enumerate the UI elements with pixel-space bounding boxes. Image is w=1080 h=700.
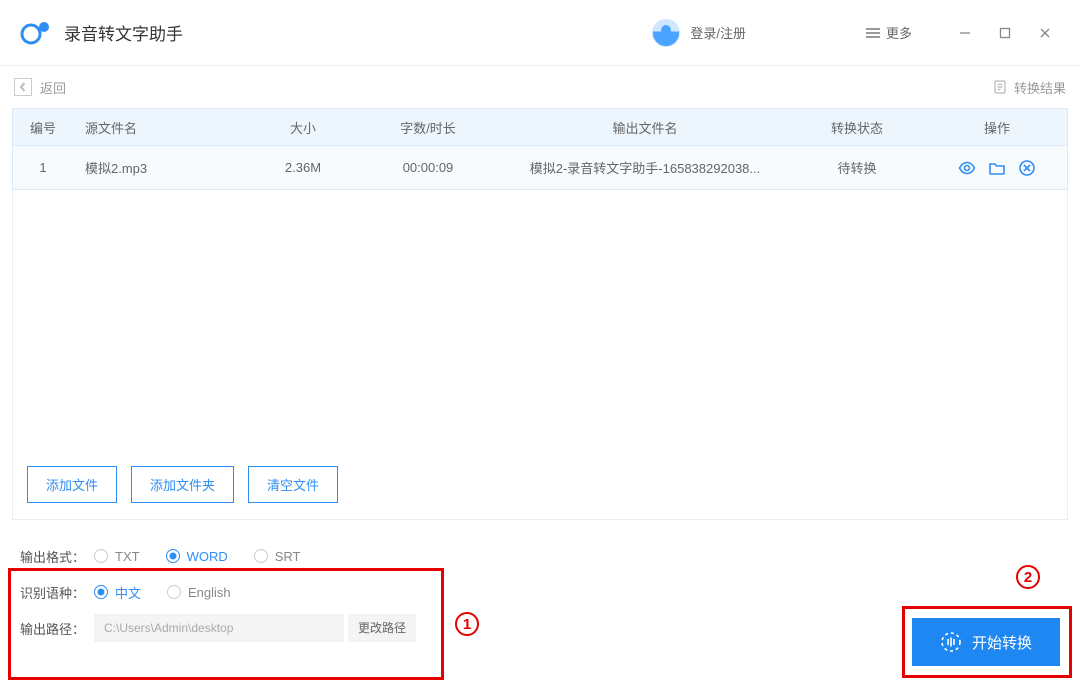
add-folder-button[interactable]: 添加文件夹	[131, 466, 234, 503]
login-register-link[interactable]: 登录/注册	[690, 23, 746, 42]
output-path-label: 输出路径：	[20, 619, 94, 638]
preview-icon[interactable]	[958, 159, 976, 177]
minimize-button[interactable]	[950, 18, 980, 48]
start-convert-button[interactable]: 开始转换	[912, 618, 1060, 666]
radio-format-srt[interactable]: SRT	[254, 549, 301, 564]
more-label: 更多	[886, 23, 912, 42]
radio-format-txt[interactable]: TXT	[94, 549, 140, 564]
file-list-area: 添加文件 添加文件夹 清空文件	[12, 190, 1068, 520]
cell-duration: 00:00:09	[353, 160, 503, 175]
th-duration: 字数/时长	[353, 118, 503, 137]
th-size: 大小	[253, 118, 353, 137]
clear-files-button[interactable]: 清空文件	[248, 466, 338, 503]
hamburger-icon	[866, 26, 880, 40]
back-button[interactable]: 返回	[14, 78, 66, 97]
start-label: 开始转换	[972, 632, 1032, 653]
document-icon	[992, 79, 1008, 95]
cell-size: 2.36M	[253, 160, 353, 175]
close-button[interactable]	[1030, 18, 1060, 48]
back-label: 返回	[40, 78, 66, 97]
more-menu-button[interactable]: 更多	[866, 23, 912, 42]
cell-status: 待转换	[787, 158, 927, 177]
folder-icon[interactable]	[988, 159, 1006, 177]
remove-icon[interactable]	[1018, 159, 1036, 177]
output-path-input[interactable]	[94, 614, 344, 642]
titlebar: 录音转文字助手 登录/注册 更多	[0, 0, 1080, 66]
annotation-marker-1: 1	[455, 612, 479, 636]
radio-format-word[interactable]: WORD	[166, 549, 228, 564]
result-label: 转换结果	[1014, 78, 1066, 97]
cell-index: 1	[13, 160, 73, 175]
app-title: 录音转文字助手	[64, 20, 183, 45]
radio-lang-zh[interactable]: 中文	[94, 583, 141, 602]
th-output: 输出文件名	[503, 118, 787, 137]
th-status: 转换状态	[787, 118, 927, 137]
cell-actions	[927, 159, 1067, 177]
cell-output: 模拟2-录音转文字助手-165838292038...	[503, 158, 787, 177]
add-file-button[interactable]: 添加文件	[27, 466, 117, 503]
convert-icon	[940, 631, 962, 653]
arrow-left-icon	[14, 78, 32, 96]
app-logo-icon	[20, 17, 52, 49]
language-label: 识别语种：	[20, 583, 94, 602]
avatar-icon	[652, 19, 680, 47]
toolbar: 返回 转换结果	[0, 66, 1080, 108]
th-index: 编号	[13, 118, 73, 137]
table-row[interactable]: 1 模拟2.mp3 2.36M 00:00:09 模拟2-录音转文字助手-165…	[12, 146, 1068, 190]
annotation-marker-2: 2	[1016, 565, 1040, 589]
output-format-label: 输出格式：	[20, 547, 94, 566]
radio-lang-en[interactable]: English	[167, 585, 231, 600]
maximize-button[interactable]	[990, 18, 1020, 48]
th-actions: 操作	[927, 118, 1067, 137]
conversion-result-button[interactable]: 转换结果	[992, 78, 1066, 97]
th-source: 源文件名	[73, 118, 253, 137]
table-header: 编号 源文件名 大小 字数/时长 输出文件名 转换状态 操作	[12, 108, 1068, 146]
change-path-button[interactable]: 更改路径	[348, 614, 416, 642]
cell-source: 模拟2.mp3	[73, 158, 253, 177]
